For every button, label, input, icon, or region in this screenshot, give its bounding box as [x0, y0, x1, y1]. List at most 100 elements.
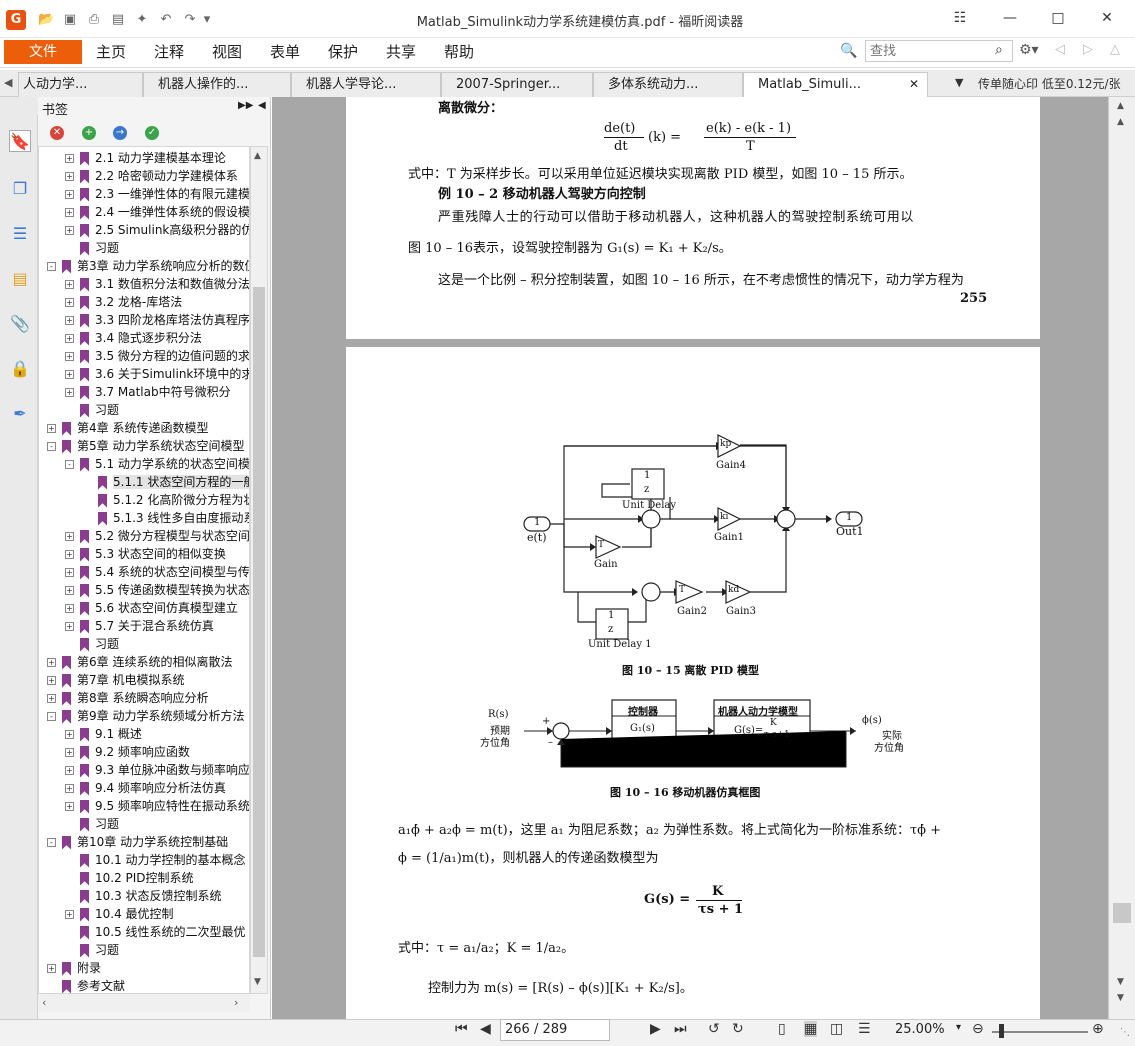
expand-toggle-icon[interactable]: +: [47, 658, 56, 667]
menu-help[interactable]: 帮助: [444, 41, 474, 63]
expand-toggle-icon[interactable]: +: [47, 676, 56, 685]
expand-toggle-icon[interactable]: +: [65, 568, 74, 577]
zoom-level[interactable]: 25.00%: [895, 1022, 945, 1037]
open-folder-icon[interactable]: 📂: [38, 12, 54, 28]
prev-page-icon[interactable]: ◁: [1055, 42, 1065, 57]
continuous-page-icon[interactable]: ▦: [804, 1021, 818, 1037]
bookmark-item[interactable]: +3.1 数值积分法和数值微分法: [65, 275, 249, 293]
print-icon[interactable]: ⎙: [86, 12, 102, 28]
expand-toggle-icon[interactable]: +: [65, 208, 74, 217]
search-icon[interactable]: ⌕: [995, 42, 1003, 58]
bookmark-item[interactable]: + 第6章 连续系统的相似离散法: [47, 653, 232, 671]
collapse-toggle-icon[interactable]: -: [47, 838, 56, 847]
search-box[interactable]: ⌕: [865, 40, 1013, 62]
expand-toggle-icon[interactable]: +: [65, 388, 74, 397]
bookmark-item[interactable]: +2.4 一维弹性体系统的假设模: [65, 203, 249, 221]
redo-icon[interactable]: ↷: [182, 12, 198, 28]
expand-toggle-icon[interactable]: +: [65, 370, 74, 379]
continuous-facing-icon[interactable]: ☰: [858, 1021, 871, 1037]
bookmark-item[interactable]: +2.1 动力学建模基本理论: [65, 149, 226, 167]
expand-toggle-icon[interactable]: +: [65, 316, 74, 325]
collapse-toggle-icon[interactable]: -: [47, 262, 56, 271]
save-icon[interactable]: ▣: [62, 12, 78, 28]
bookmark-item[interactable]: 习题: [65, 941, 119, 959]
bookmark-item[interactable]: - 第3章 动力学系统响应分析的数值: [47, 257, 249, 275]
scroll-up-fast-icon[interactable]: ▲: [1117, 117, 1124, 127]
expand-icon[interactable]: △: [1110, 42, 1120, 57]
delete-bookmark-icon[interactable]: ✕: [50, 126, 64, 140]
hide-panel-icon[interactable]: ◀: [258, 100, 266, 111]
bookmark-item[interactable]: 5.1.1 状态空间方程的一般: [83, 473, 249, 491]
bookmark-item[interactable]: 习题: [65, 401, 119, 419]
bookmark-item[interactable]: +3.5 微分方程的边值问题的求: [65, 347, 249, 365]
bookmark-item[interactable]: +5.5 传递函数模型转换为状态: [65, 581, 249, 599]
expand-toggle-icon[interactable]: +: [65, 586, 74, 595]
bookmark-item[interactable]: + 第8章 系统瞬态响应分析: [47, 689, 208, 707]
bookmark-item[interactable]: + 第4章 系统传递函数模型: [47, 419, 208, 437]
expand-toggle-icon[interactable]: +: [65, 352, 74, 361]
expand-toggle-icon[interactable]: +: [65, 280, 74, 289]
menu-comment[interactable]: 注释: [154, 41, 184, 63]
expand-toggle-icon[interactable]: +: [65, 226, 74, 235]
menu-view[interactable]: 视图: [212, 41, 242, 63]
comments-panel-icon[interactable]: ▤: [9, 268, 31, 290]
scroll-left-icon[interactable]: ‹: [42, 996, 46, 1009]
scroll-down-fast-icon[interactable]: ▼: [1117, 993, 1124, 1003]
single-page-icon[interactable]: ▯: [778, 1021, 786, 1037]
bookmark-panel-icon[interactable]: 🔖: [9, 130, 31, 152]
menu-share[interactable]: 共享: [386, 41, 416, 63]
tab-document-4[interactable]: 2007-Springer...: [441, 72, 593, 97]
go-forward-icon[interactable]: ↻: [732, 1021, 744, 1037]
menu-protect[interactable]: 保护: [328, 41, 358, 63]
file-menu[interactable]: 文件: [4, 40, 82, 64]
layers-panel-icon[interactable]: ☰: [9, 223, 31, 245]
scroll-right-icon[interactable]: ›: [234, 996, 238, 1009]
bookmark-item[interactable]: +3.2 龙格-库塔法: [65, 293, 182, 311]
expand-toggle-icon[interactable]: +: [47, 694, 56, 703]
bookmark-item[interactable]: 参考文献: [47, 977, 125, 993]
facing-page-icon[interactable]: ◫: [830, 1021, 843, 1037]
settings-gear-icon[interactable]: ⚙▾: [1019, 42, 1039, 58]
zoom-dropdown-icon[interactable]: ▾: [956, 1022, 961, 1033]
pages-panel-icon[interactable]: ❐: [9, 178, 31, 200]
tab-document-3[interactable]: 机器人学导论...: [291, 72, 441, 97]
expand-toggle-icon[interactable]: +: [65, 622, 74, 631]
minimize-button[interactable]: —: [995, 6, 1025, 30]
bookmark-item[interactable]: +9.5 频率响应特性在振动系统: [65, 797, 249, 815]
bookmark-item[interactable]: 5.1.2 化高阶微分方程为状态: [83, 491, 249, 509]
bookmark-item[interactable]: - 5.1 动力学系统的状态空间模: [65, 455, 249, 473]
expand-toggle-icon[interactable]: +: [47, 964, 56, 973]
close-tab-icon[interactable]: ✕: [909, 73, 919, 96]
zoom-in-icon[interactable]: ⊕: [1092, 1021, 1104, 1037]
scroll-up-icon[interactable]: ▲: [1117, 101, 1124, 111]
bookmark-item[interactable]: +9.4 频率响应分析法仿真: [65, 779, 226, 797]
bookmark-horizontal-scrollbar[interactable]: ‹ ›: [38, 994, 250, 1012]
bookmark-item[interactable]: 习题: [65, 635, 119, 653]
bookmark-item[interactable]: +5.6 状态空间仿真模型建立: [65, 599, 238, 617]
bookmark-item[interactable]: 10.1 动力学控制的基本概念: [65, 851, 246, 869]
tab-document-active[interactable]: Matlab_Simuli... ✕: [743, 72, 928, 98]
tab-document-2[interactable]: 机器人操作的...: [143, 72, 291, 97]
bookmark-item[interactable]: +3.7 Matlab中符号微积分: [65, 383, 231, 401]
fullscreen-icon[interactable]: ☷: [945, 6, 975, 30]
undo-icon[interactable]: ↶: [158, 12, 174, 28]
bookmark-item[interactable]: - 第5章 动力学系统状态空间模型: [47, 437, 244, 455]
last-page-icon[interactable]: ⏭: [674, 1021, 687, 1037]
scroll-down-icon[interactable]: ▼: [254, 977, 261, 987]
expand-toggle-icon[interactable]: +: [65, 784, 74, 793]
zoom-out-icon[interactable]: ⊖: [972, 1021, 984, 1037]
bookmark-item[interactable]: +3.3 四阶龙格库塔法仿真程序: [65, 311, 249, 329]
tab-list-dropdown-icon[interactable]: ▼: [955, 76, 963, 89]
next-page-icon[interactable]: ▷: [1083, 42, 1093, 57]
bookmark-item[interactable]: +2.3 一维弹性体的有限元建模: [65, 185, 249, 203]
bookmark-check-icon[interactable]: ✓: [145, 126, 159, 140]
security-panel-icon[interactable]: 🔒: [9, 358, 31, 380]
expand-toggle-icon[interactable]: +: [65, 550, 74, 559]
zoom-slider[interactable]: [992, 1031, 1088, 1033]
document-vertical-scrollbar[interactable]: ▲ ▲ ▼ ▼: [1108, 97, 1135, 1019]
bookmark-item[interactable]: 习题: [65, 815, 119, 833]
collapse-panel-icon[interactable]: ▶▶: [238, 100, 253, 111]
bookmark-item[interactable]: - 第9章 动力学系统频域分析方法: [47, 707, 244, 725]
search-input[interactable]: [870, 42, 990, 60]
menu-home[interactable]: 主页: [96, 41, 126, 63]
